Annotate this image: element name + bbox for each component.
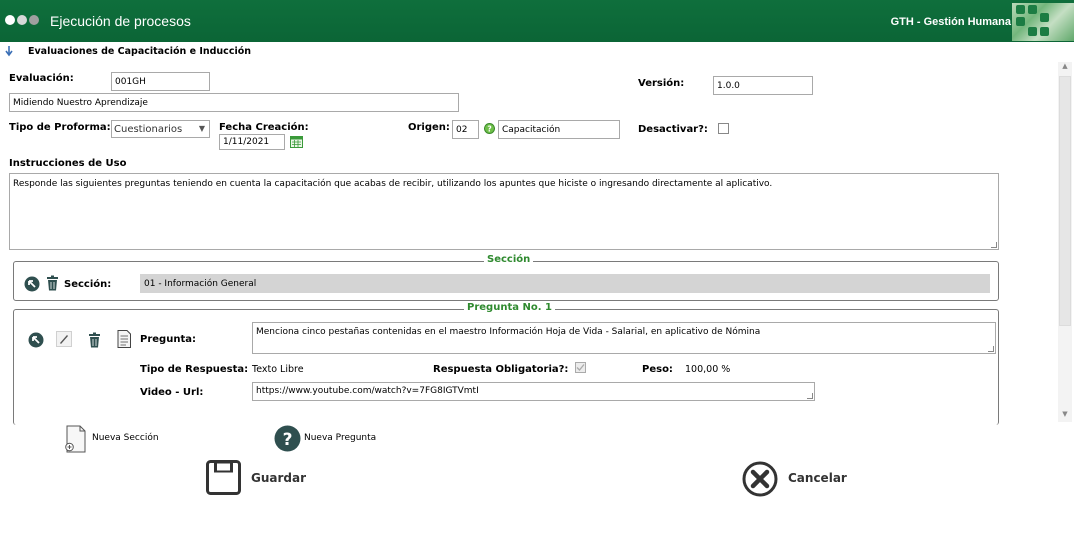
trash-icon[interactable]: [46, 275, 59, 294]
origen-code-field[interactable]: 02: [452, 120, 479, 139]
respuesta-obligatoria-checkbox[interactable]: [575, 362, 586, 373]
trash-icon[interactable]: [88, 332, 101, 351]
app-title: Ejecución de procesos: [50, 13, 191, 29]
evaluacion-name-field[interactable]: Midiendo Nuestro Aprendizaje: [9, 93, 459, 112]
calendar-icon[interactable]: [290, 136, 303, 151]
video-url-field[interactable]: https://www.youtube.com/watch?v=7FG8IGTV…: [252, 382, 815, 401]
scrollbar-thumb[interactable]: [1059, 76, 1071, 326]
document-icon[interactable]: [117, 330, 131, 351]
save-disk-icon[interactable]: [206, 460, 241, 498]
cancel-x-icon[interactable]: [742, 461, 778, 500]
scroll-up-icon[interactable]: ▲: [1058, 62, 1072, 74]
evaluacion-code-field[interactable]: 001GH: [111, 72, 210, 91]
top-bar: Ejecución de procesos GTH - Gestión Huma…: [0, 0, 1074, 42]
tipo-proforma-value: Cuestionarios: [114, 124, 183, 135]
dot-1: [5, 15, 15, 25]
pregunta-label: Pregunta:: [140, 334, 196, 345]
pregunta-legend: Pregunta No. 1: [464, 302, 555, 313]
instrucciones-label: Instrucciones de Uso: [9, 158, 127, 169]
pregunta-text: Menciona cinco pestañas contenidas en el…: [256, 327, 761, 337]
tipo-respuesta-label: Tipo de Respuesta:: [140, 364, 249, 375]
resize-handle-icon[interactable]: [807, 393, 813, 399]
svg-text:?: ?: [487, 124, 491, 133]
resize-handle-icon[interactable]: [988, 346, 994, 352]
people-logo-icon: [1012, 3, 1074, 41]
version-field[interactable]: 1.0.0: [713, 76, 813, 95]
new-section-icon[interactable]: [64, 425, 86, 456]
fecha-creacion-field[interactable]: 1/11/2021: [219, 134, 285, 150]
edit-icon[interactable]: [56, 331, 72, 350]
desactivar-checkbox[interactable]: [718, 123, 729, 134]
fecha-creacion-label: Fecha Creación:: [219, 122, 309, 133]
seccion-label: Sección:: [64, 279, 112, 290]
tipo-proforma-label: Tipo de Proforma:: [9, 122, 111, 133]
nueva-pregunta-button[interactable]: Nueva Pregunta: [304, 433, 376, 443]
dot-3: [29, 15, 39, 25]
dot-2: [17, 15, 27, 25]
nueva-seccion-button[interactable]: Nueva Sección: [92, 433, 159, 443]
vertical-scrollbar[interactable]: ▲ ▼: [1058, 62, 1072, 422]
info-down-icon: [4, 45, 14, 60]
svg-text:?: ?: [283, 430, 293, 450]
go-arrow-icon[interactable]: [28, 332, 44, 351]
page-title: Evaluaciones de Capacitación e Inducción: [28, 46, 251, 57]
video-url-text: https://www.youtube.com/watch?v=7FG8IGTV…: [256, 386, 479, 396]
lookup-icon[interactable]: ?: [484, 123, 495, 137]
go-arrow-icon[interactable]: [24, 276, 40, 295]
tipo-respuesta-value: Texto Libre: [252, 364, 304, 375]
help-question-icon[interactable]: ?: [274, 425, 301, 455]
instrucciones-textarea[interactable]: Responde las siguientes preguntas tenien…: [9, 173, 999, 250]
resize-handle-icon[interactable]: [991, 242, 997, 248]
tipo-proforma-select[interactable]: Cuestionarios ▼: [111, 120, 210, 138]
chevron-down-icon: ▼: [198, 124, 205, 133]
origen-name-field[interactable]: Capacitación: [498, 120, 620, 139]
guardar-button[interactable]: Guardar: [251, 471, 306, 485]
evaluacion-label: Evaluación:: [9, 73, 74, 84]
cancelar-button[interactable]: Cancelar: [788, 471, 847, 485]
scroll-down-icon[interactable]: ▼: [1058, 410, 1072, 422]
peso-value: 100,00 %: [685, 364, 731, 375]
window-dots: [5, 15, 41, 26]
seccion-field[interactable]: 01 - Información General: [140, 274, 990, 293]
origen-label: Origen:: [408, 122, 450, 133]
version-label: Versión:: [638, 78, 685, 89]
desactivar-label: Desactivar?:: [638, 124, 708, 135]
respuesta-obligatoria-label: Respuesta Obligatoria?:: [433, 364, 569, 375]
seccion-legend: Sección: [484, 254, 534, 265]
instrucciones-text: Responde las siguientes preguntas tenien…: [13, 179, 773, 189]
pregunta-textarea[interactable]: Menciona cinco pestañas contenidas en el…: [252, 322, 996, 354]
video-url-label: Video - Url:: [140, 387, 204, 398]
peso-label: Peso:: [642, 364, 673, 375]
module-name: GTH - Gestión Humana: [890, 16, 1011, 28]
